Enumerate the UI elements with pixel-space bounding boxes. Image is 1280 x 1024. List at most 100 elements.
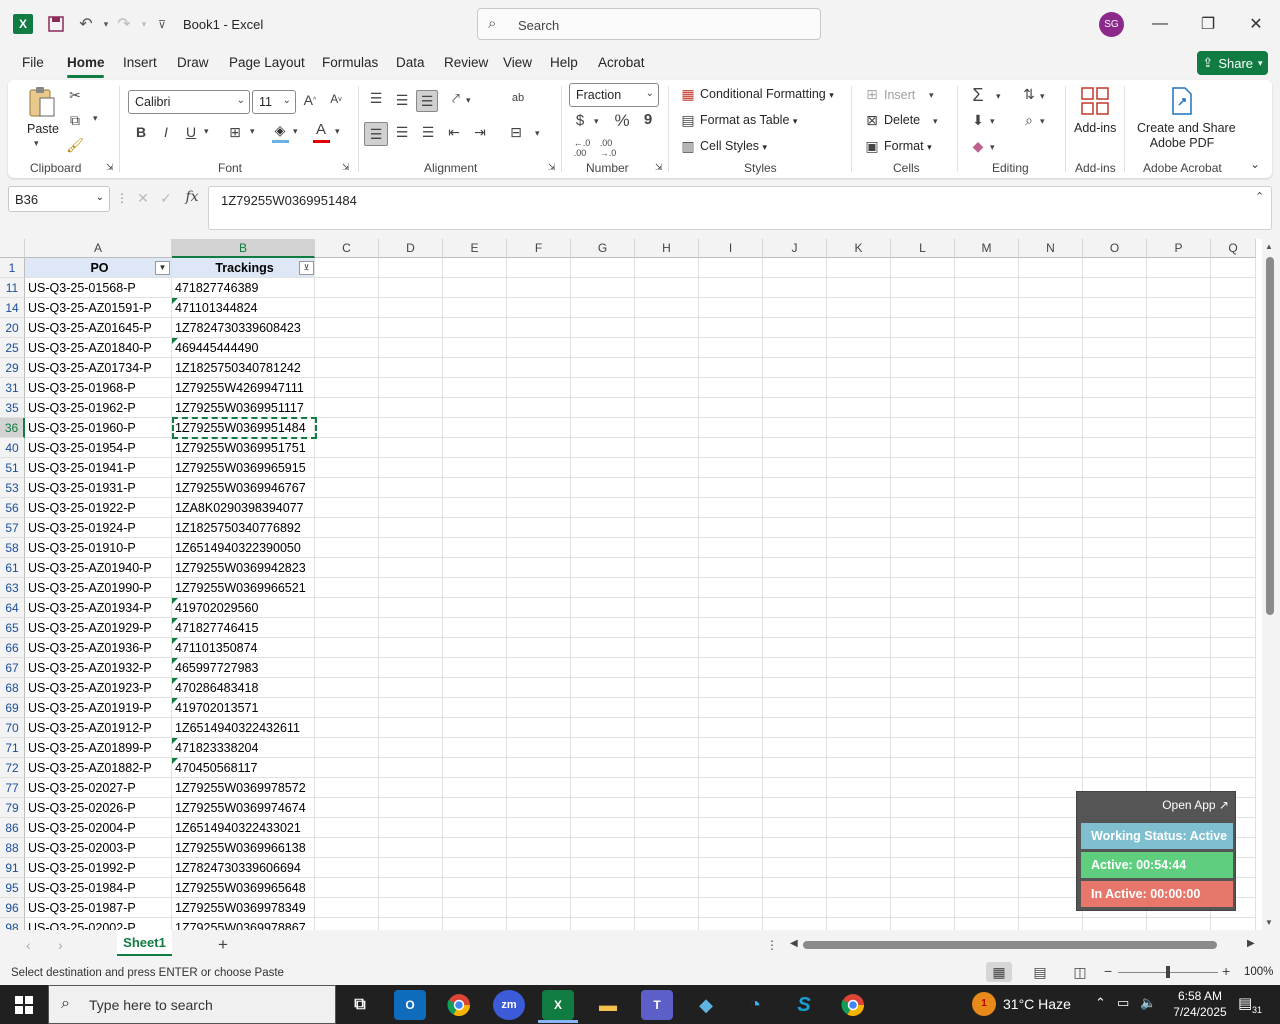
row-header[interactable]: 58 [0,538,25,558]
tab-file[interactable]: File [22,55,44,70]
empty-cell[interactable] [955,718,1019,738]
empty-cell[interactable] [379,618,443,638]
row-header[interactable]: 98 [0,918,25,930]
empty-cell[interactable] [507,878,571,898]
empty-cell[interactable] [1211,918,1256,930]
empty-cell[interactable] [443,318,507,338]
cell-tracking[interactable]: 471101344824 [172,298,315,318]
increase-decimal-icon[interactable]: ←.0.00 [572,138,592,158]
merge-dropdown-icon[interactable]: ▾ [535,128,540,139]
vertical-scrollbar[interactable]: ▲ ▼ [1262,239,1280,930]
empty-cell[interactable] [443,598,507,618]
empty-cell[interactable] [763,378,827,398]
row-header[interactable]: 67 [0,658,25,678]
empty-cell[interactable] [699,258,763,278]
empty-cell[interactable] [827,858,891,878]
empty-cell[interactable] [699,278,763,298]
empty-cell[interactable] [1083,698,1147,718]
empty-cell[interactable] [1147,378,1211,398]
empty-cell[interactable] [1019,658,1083,678]
empty-cell[interactable] [827,278,891,298]
confirm-entry-icon[interactable]: ✓ [157,190,175,207]
empty-cell[interactable] [891,258,955,278]
formula-input[interactable]: 1Z79255W0369951484 [208,186,1272,230]
empty-cell[interactable] [443,438,507,458]
empty-cell[interactable] [763,638,827,658]
empty-cell[interactable] [315,878,379,898]
empty-cell[interactable] [699,878,763,898]
header-cell-po[interactable]: PO [25,258,172,278]
empty-cell[interactable] [635,778,699,798]
empty-cell[interactable] [507,598,571,618]
empty-cell[interactable] [1147,598,1211,618]
empty-cell[interactable] [379,378,443,398]
empty-cell[interactable] [1147,618,1211,638]
currency-dropdown-icon[interactable]: ▾ [594,116,599,127]
empty-cell[interactable] [763,758,827,778]
undo-dropdown-icon[interactable]: ▾ [96,14,116,34]
cell-po[interactable]: US-Q3-25-AZ01840-P [25,338,172,358]
empty-cell[interactable] [635,618,699,638]
empty-cell[interactable] [635,758,699,778]
cell-po[interactable]: US-Q3-25-AZ01645-P [25,318,172,338]
empty-cell[interactable] [955,618,1019,638]
vertical-scroll-thumb[interactable] [1266,257,1274,615]
empty-cell[interactable] [1211,358,1256,378]
cut-icon[interactable]: ✂ [66,86,84,104]
format-painter-icon[interactable]: 🖌 [66,136,84,154]
task-view-icon[interactable]: ⧉ [344,990,376,1020]
empty-cell[interactable] [635,838,699,858]
empty-cell[interactable] [955,418,1019,438]
empty-cell[interactable] [443,538,507,558]
empty-cell[interactable] [635,258,699,278]
empty-cell[interactable] [379,298,443,318]
empty-cell[interactable] [315,378,379,398]
percent-button[interactable]: % [612,111,632,131]
empty-cell[interactable] [635,558,699,578]
error-indicator-icon[interactable] [172,738,178,744]
empty-cell[interactable] [1083,338,1147,358]
empty-cell[interactable] [699,718,763,738]
empty-cell[interactable] [379,558,443,578]
empty-cell[interactable] [827,838,891,858]
empty-cell[interactable] [507,358,571,378]
clipboard-launcher-icon[interactable]: ⇲ [106,162,114,173]
scroll-right-icon[interactable]: ▶ [1247,938,1255,949]
cell-tracking[interactable]: 1Z79255W0369965648 [172,878,315,898]
undo-icon[interactable]: ↶ [76,14,96,34]
row-header[interactable]: 35 [0,398,25,418]
empty-cell[interactable] [443,918,507,930]
empty-cell[interactable] [1147,438,1211,458]
empty-cell[interactable] [571,358,635,378]
cell-po[interactable]: US-Q3-25-AZ01990-P [25,578,172,598]
empty-cell[interactable] [571,518,635,538]
cell-tracking[interactable]: 1Z6514940322390050 [172,538,315,558]
empty-cell[interactable] [1019,838,1083,858]
add-sheet-icon[interactable]: + [218,935,228,955]
collapse-ribbon-icon[interactable]: ⌄ [1250,157,1260,171]
empty-cell[interactable] [507,478,571,498]
empty-cell[interactable] [763,558,827,578]
empty-cell[interactable] [1211,598,1256,618]
empty-cell[interactable] [1019,378,1083,398]
empty-cell[interactable] [891,338,955,358]
cell-po[interactable]: US-Q3-25-01984-P [25,878,172,898]
column-header-e[interactable]: E [443,239,507,258]
empty-cell[interactable] [955,638,1019,658]
format-as-table-icon[interactable]: ▤ [680,112,696,129]
empty-cell[interactable] [891,298,955,318]
empty-cell[interactable] [955,778,1019,798]
empty-cell[interactable] [507,658,571,678]
empty-cell[interactable] [827,338,891,358]
tab-data[interactable]: Data [396,55,425,70]
empty-cell[interactable] [443,578,507,598]
empty-cell[interactable] [379,438,443,458]
column-header-i[interactable]: I [699,239,763,258]
empty-cell[interactable] [635,478,699,498]
underline-button[interactable]: U [182,124,200,140]
decrease-font-icon[interactable]: Av [326,92,346,106]
chrome-profile-icon[interactable] [837,990,869,1020]
cell-po[interactable]: US-Q3-25-01968-P [25,378,172,398]
empty-cell[interactable] [635,858,699,878]
empty-cell[interactable] [891,638,955,658]
